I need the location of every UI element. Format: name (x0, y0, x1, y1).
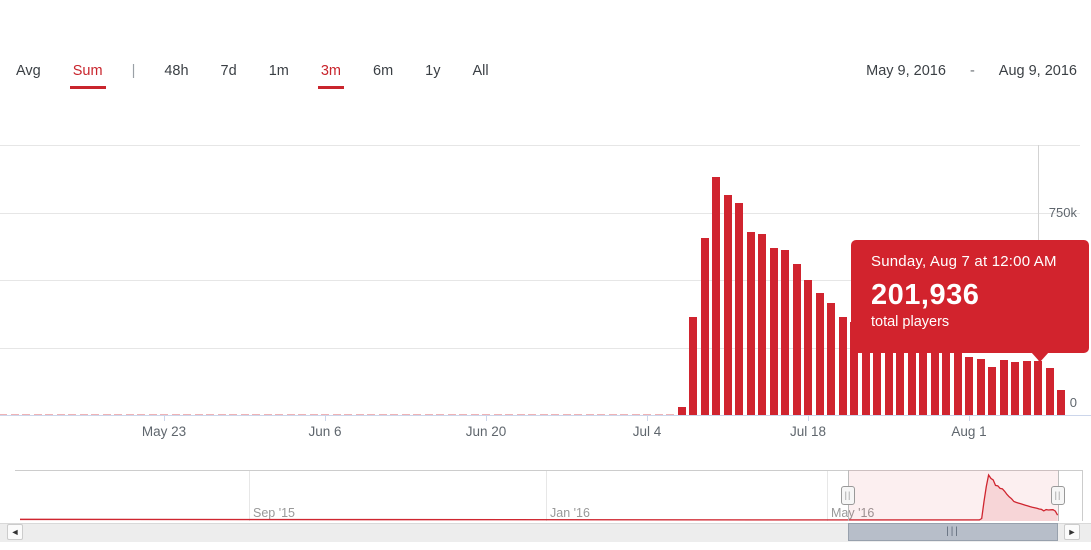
chart-bar[interactable] (701, 238, 709, 415)
chart-bar[interactable] (977, 359, 985, 415)
range-navigator[interactable]: Sep '15Jan '16May '16 || || (0, 470, 1091, 521)
x-axis-tick (969, 416, 970, 421)
handle-grip-icon: || (1055, 490, 1062, 500)
chart-bar[interactable] (724, 195, 732, 415)
x-axis-label: Jul 18 (768, 424, 848, 439)
handle-grip-icon: || (845, 490, 852, 500)
scroll-right-button[interactable]: ► (1064, 524, 1080, 540)
chart-bar[interactable] (839, 317, 847, 415)
chart-bar[interactable] (965, 357, 973, 415)
x-axis-label: Jun 6 (285, 424, 365, 439)
players-bar-chart: 750k 0 May 23 Jun 6 Jun 20 Jul 4 Jul 18 Aug 1 (0, 0, 1091, 470)
chart-bar[interactable] (793, 264, 801, 415)
thumb-grip-icon: ||| (849, 524, 1057, 540)
x-axis-label: Jun 20 (446, 424, 526, 439)
navigator-left-handle[interactable]: || (841, 486, 855, 505)
y-axis-label: 0 (1007, 396, 1077, 410)
x-axis-tick (325, 416, 326, 421)
chart-bar[interactable] (931, 347, 939, 415)
scroll-left-button[interactable]: ◄ (7, 524, 23, 540)
chart-bar[interactable] (712, 177, 720, 415)
x-axis-tick (808, 416, 809, 421)
chart-bar[interactable] (954, 353, 962, 415)
chart-bar[interactable] (770, 248, 778, 415)
chart-bar[interactable] (827, 303, 835, 415)
y-axis-label: 750k (1007, 206, 1077, 220)
navigator-right-handle[interactable]: || (1051, 486, 1065, 505)
chart-bar[interactable] (678, 407, 686, 415)
chart-bar[interactable] (781, 250, 789, 415)
navigator-selected-range[interactable] (848, 470, 1058, 521)
x-axis-tick (647, 416, 648, 421)
chart-tooltip: Sunday, Aug 7 at 12:00 AM 201,936 total … (851, 240, 1089, 353)
scroll-left-icon: ◄ (11, 527, 20, 537)
chart-bar[interactable] (816, 293, 824, 415)
x-axis-tick (164, 416, 165, 421)
chart-bar[interactable] (689, 317, 697, 415)
tooltip-value: 201,936 (871, 279, 1089, 312)
chart-bar[interactable] (758, 234, 766, 415)
x-axis-label: Aug 1 (929, 424, 1009, 439)
x-axis-label: May 23 (124, 424, 204, 439)
chart-bar[interactable] (735, 203, 743, 415)
chart-bar[interactable] (804, 280, 812, 415)
chart-bar[interactable] (988, 367, 996, 415)
x-axis-label: Jul 4 (607, 424, 687, 439)
player-chart-app: Avg Sum | 48h 7d 1m 3m 6m 1y All May 9, … (0, 0, 1091, 550)
chart-bar[interactable] (747, 232, 755, 415)
x-axis-tick (486, 416, 487, 421)
scroll-right-icon: ► (1068, 527, 1077, 537)
scrollbar-thumb[interactable]: ||| (848, 523, 1058, 541)
tooltip-date: Sunday, Aug 7 at 12:00 AM (871, 253, 1089, 270)
tooltip-series-label: total players (871, 314, 1089, 330)
tooltip-pointer (1031, 352, 1049, 362)
horizontal-scrollbar: ◄ ||| ► (0, 522, 1091, 542)
chart-bar[interactable] (942, 350, 950, 415)
chart-bar[interactable] (919, 344, 927, 415)
